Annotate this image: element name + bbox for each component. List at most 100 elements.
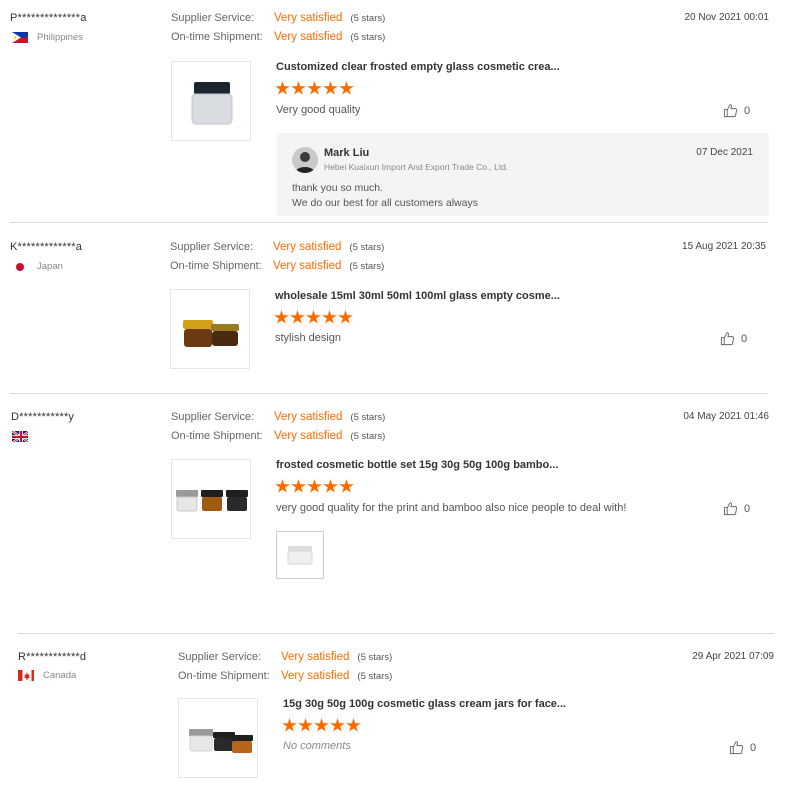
buyer-country [12, 431, 37, 442]
ontime-shipment-label: On-time Shipment: [170, 260, 262, 272]
star-icon [307, 479, 322, 493]
country-name: Japan [37, 261, 63, 272]
rating-stars [275, 479, 354, 494]
review-comment: Very good quality [276, 104, 361, 116]
review-date: 29 Apr 2021 07:09 [692, 651, 774, 662]
star-icon [306, 310, 321, 324]
divider [18, 633, 774, 634]
like-button[interactable]: 0 [723, 501, 750, 516]
star-icon [323, 479, 338, 493]
thumbs-up-icon [720, 331, 735, 346]
star-icon [282, 718, 297, 732]
supplier-service-stars: (5 stars) [357, 652, 393, 663]
japan-flag-icon [16, 262, 24, 271]
ontime-shipment-label: On-time Shipment: [178, 670, 270, 682]
supplier-service-stars: (5 stars) [350, 13, 386, 24]
thumbs-up-icon [723, 103, 738, 118]
ontime-shipment-value: Very satisfied [274, 31, 343, 43]
ontime-shipment-value: Very satisfied [273, 260, 342, 272]
product-thumbnail[interactable] [170, 289, 250, 369]
star-icon [346, 718, 361, 732]
uk-flag-icon [12, 431, 28, 442]
review-comment: very good quality for the print and bamb… [276, 502, 627, 514]
reply-text: thank you so much. We do our best for al… [292, 181, 478, 211]
like-button[interactable]: 0 [729, 740, 756, 755]
ontime-shipment-value: Very satisfied [274, 430, 343, 442]
star-icon [323, 81, 338, 95]
buyer-country: Canada [18, 670, 76, 681]
ontime-shipment-row: On-time Shipment: Very satisfied (5 star… [178, 670, 392, 682]
supplier-service-label: Supplier Service: [170, 241, 254, 253]
buyer-name: D***********y [11, 411, 75, 423]
like-button[interactable]: 0 [723, 103, 750, 118]
review-item: P**************a Philippines Supplier Se… [0, 0, 800, 222]
like-count: 0 [744, 502, 751, 515]
like-count: 0 [741, 332, 748, 345]
ontime-shipment-stars: (5 stars) [350, 431, 386, 442]
star-icon [274, 310, 289, 324]
product-title-link[interactable]: Customized clear frosted empty glass cos… [276, 61, 560, 73]
ontime-shipment-value: Very satisfied [281, 670, 350, 682]
rating-stars [274, 310, 353, 325]
rating-stars [282, 718, 361, 733]
reply-line: We do our best for all customers always [292, 197, 478, 209]
ontime-shipment-row: On-time Shipment: Very satisfied (5 star… [171, 31, 385, 43]
thumbs-up-icon [729, 740, 744, 755]
star-icon [330, 718, 345, 732]
star-icon [314, 718, 329, 732]
review-item: K*************a Japan Supplier Service: … [0, 230, 800, 390]
supplier-service-row: Supplier Service: Very satisfied (5 star… [178, 651, 392, 663]
star-icon [322, 310, 337, 324]
star-icon [338, 310, 353, 324]
supplier-service-row: Supplier Service: Very satisfied (5 star… [170, 241, 384, 253]
star-icon [339, 81, 354, 95]
review-date: 04 May 2021 01:46 [683, 411, 769, 422]
reply-company: Hebei Kuaixun Import And Export Trade Co… [324, 162, 509, 172]
star-icon [290, 310, 305, 324]
product-title-link[interactable]: wholesale 15ml 30ml 50ml 100ml glass emp… [275, 290, 560, 302]
like-button[interactable]: 0 [720, 331, 747, 346]
supplier-reply: Mark Liu Hebei Kuaixun Import And Export… [277, 133, 769, 216]
ontime-shipment-stars: (5 stars) [349, 261, 385, 272]
review-date: 15 Aug 2021 20:35 [682, 241, 766, 252]
product-thumbnail[interactable] [171, 459, 251, 539]
review-comment: stylish design [275, 332, 342, 344]
supplier-service-row: Supplier Service: Very satisfied (5 star… [171, 411, 385, 423]
reply-line: thank you so much. [292, 182, 384, 194]
buyer-name: P**************a [10, 12, 87, 24]
star-icon [298, 718, 313, 732]
divider [10, 222, 767, 223]
supplier-service-label: Supplier Service: [178, 651, 262, 663]
product-title-link[interactable]: frosted cosmetic bottle set 15g 30g 50g … [276, 459, 558, 471]
like-count: 0 [750, 741, 757, 754]
product-thumbnail[interactable] [178, 698, 258, 778]
ontime-shipment-row: On-time Shipment: Very satisfied (5 star… [170, 260, 384, 272]
attached-photo[interactable] [276, 531, 324, 579]
review-date: 20 Nov 2021 00:01 [684, 12, 769, 23]
ontime-shipment-stars: (5 stars) [350, 32, 386, 43]
supplier-service-value: Very satisfied [281, 651, 350, 663]
supplier-service-label: Supplier Service: [171, 411, 255, 423]
star-icon [291, 81, 306, 95]
buyer-name: R************d [18, 651, 87, 663]
review-comment: No comments [283, 740, 351, 752]
product-thumbnail[interactable] [171, 61, 251, 141]
product-title-link[interactable]: 15g 30g 50g 100g cosmetic glass cream ja… [283, 698, 566, 710]
canada-flag-icon [18, 670, 34, 681]
thumbs-up-icon [723, 501, 738, 516]
star-icon [307, 81, 322, 95]
ontime-shipment-stars: (5 stars) [357, 671, 393, 682]
supplier-service-value: Very satisfied [274, 12, 343, 24]
star-icon [275, 479, 290, 493]
reply-author: Mark Liu [324, 147, 370, 159]
divider [10, 393, 768, 394]
star-icon [291, 479, 306, 493]
buyer-country: Japan [12, 261, 63, 272]
rating-stars [275, 81, 354, 96]
ontime-shipment-row: On-time Shipment: Very satisfied (5 star… [171, 430, 385, 442]
country-name: Canada [43, 670, 77, 681]
star-icon [339, 479, 354, 493]
supplier-service-value: Very satisfied [273, 241, 342, 253]
supplier-service-stars: (5 stars) [350, 412, 386, 423]
supplier-service-label: Supplier Service: [171, 12, 255, 24]
